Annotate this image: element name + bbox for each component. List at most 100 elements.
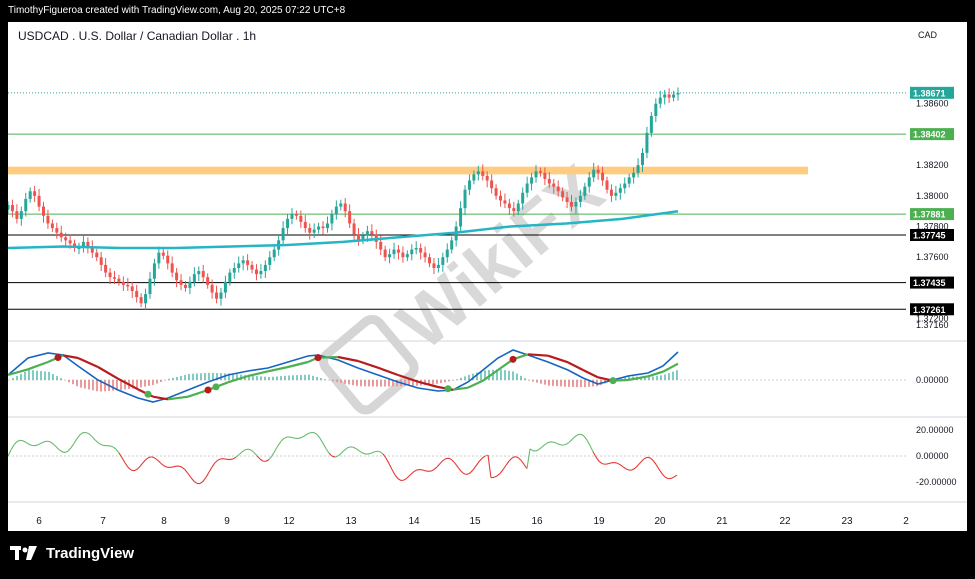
time-axis[interactable]: 6 7 8 9 12 13 14 15 16 19 20 21 22 23 2	[36, 516, 909, 527]
macd-histogram-bar	[292, 375, 294, 380]
candle-body	[272, 249, 276, 258]
oscillator-segment	[673, 474, 678, 478]
macd-histogram-bar	[72, 380, 74, 385]
macd-histogram-bar	[664, 374, 666, 380]
candle-body	[241, 260, 245, 264]
chart-svg[interactable]: WikiFX 0.00000 20.000000.00000-20.00000 …	[6, 22, 967, 531]
oscillator-segment	[199, 480, 204, 485]
macd-histogram-bar	[180, 375, 182, 380]
macd-histogram-bar	[96, 380, 98, 392]
macd-histogram-bar	[68, 380, 70, 383]
candle-body	[525, 183, 529, 193]
price-tick-label: 1.37600	[916, 252, 949, 262]
macd-histogram-bar	[92, 380, 94, 391]
candle-body	[481, 171, 485, 176]
grid	[8, 340, 967, 503]
candle-body	[6, 205, 10, 210]
macd-histogram-bar	[568, 380, 570, 387]
macd-histogram-bar	[676, 370, 678, 380]
oscillator-segment	[601, 463, 606, 465]
macd-histogram-bar	[112, 380, 114, 391]
oscillator-segment	[154, 457, 159, 461]
oscillator-segment	[307, 432, 312, 435]
macd-histogram-bar	[368, 380, 370, 387]
candle-body	[472, 174, 476, 181]
macd-signal-segment	[357, 359, 379, 369]
oscillator-segment	[478, 457, 483, 463]
macd-pane[interactable]: 0.00000	[7, 349, 949, 403]
candle-body	[534, 171, 538, 178]
footer: TradingView	[0, 531, 975, 579]
candle-body	[321, 226, 325, 229]
oscillator-segment	[94, 439, 99, 444]
candle-body	[117, 278, 121, 282]
candle-body	[499, 195, 503, 201]
candle-body	[68, 240, 72, 244]
oscillator-segment	[526, 448, 531, 469]
oscillator-segment	[457, 466, 462, 472]
candle-body	[121, 281, 125, 285]
macd-histogram-bar	[156, 380, 158, 384]
candle-body	[436, 264, 440, 268]
oscillator-segment	[640, 458, 645, 463]
macd-histogram-bar	[56, 376, 58, 380]
candle-body	[476, 171, 480, 175]
oscillator-segment	[649, 457, 654, 461]
macd-histogram-bar	[40, 371, 42, 380]
tradingview-logo[interactable]: TradingView	[10, 545, 134, 562]
candle-body	[592, 169, 596, 178]
oscillator-segment	[187, 473, 192, 478]
macd-histogram-bar	[660, 375, 662, 380]
oscillator-pane[interactable]: 20.00000 0.00000 -20.00000	[7, 425, 957, 487]
candle-body	[157, 252, 161, 264]
oscillator-segment	[502, 465, 507, 471]
macd-histogram-bar	[500, 369, 502, 380]
macd-histogram-bar	[52, 373, 54, 380]
oscillator-segment	[622, 466, 627, 470]
candle-body	[490, 180, 494, 189]
oscillator-segment	[436, 463, 441, 468]
macd-signal-segment	[527, 353, 549, 357]
oscillator-segment	[553, 441, 558, 444]
oscillator-segment	[589, 445, 594, 452]
oscillator-segment	[541, 444, 546, 448]
macd-histogram-bar	[440, 380, 442, 384]
candle-body	[641, 152, 645, 166]
oscillator-segment	[388, 463, 393, 470]
oscillator-segment	[616, 462, 621, 466]
oscillator-segment	[565, 441, 570, 445]
macd-histogram-bar	[28, 369, 30, 380]
oscillator-segment	[466, 472, 471, 475]
candle-body	[312, 229, 316, 233]
time-tick-label: 13	[345, 516, 357, 527]
time-tick-label: 21	[716, 516, 728, 527]
candle-body	[574, 201, 578, 207]
oscillator-segment	[613, 461, 618, 464]
macd-histogram-bar	[376, 380, 378, 387]
macd-histogram-bar	[144, 380, 146, 387]
candle-body	[317, 226, 321, 230]
oscillator-segment	[538, 446, 543, 450]
oscillator-segment	[517, 457, 522, 461]
price-axis[interactable]: 1.386001.382001.380001.378001.376001.372…	[910, 86, 954, 330]
oscillator-segment	[142, 459, 147, 464]
macd-histogram-bar	[200, 373, 202, 380]
oscillator-segment	[583, 435, 588, 441]
oscillator-segment	[214, 459, 219, 464]
candle-body	[658, 97, 662, 104]
oscillator-segment	[655, 464, 660, 470]
chart-area[interactable]: WikiFX 0.00000 20.00000 0.00000 -20.00000 …	[6, 22, 967, 531]
oscillator-segment	[61, 451, 66, 453]
oscillator-segment	[634, 464, 639, 469]
candle-body	[206, 277, 210, 285]
candle-body	[667, 94, 671, 98]
oscillator-segment	[562, 443, 567, 446]
price-tick-label: 1.38000	[916, 191, 949, 201]
candle-body	[290, 214, 294, 219]
oscillator-segment	[469, 469, 474, 474]
candle-body	[343, 203, 347, 212]
candle-body	[237, 263, 241, 268]
candle-body	[183, 284, 187, 288]
candle-body	[55, 228, 59, 233]
candle-body	[365, 231, 369, 236]
